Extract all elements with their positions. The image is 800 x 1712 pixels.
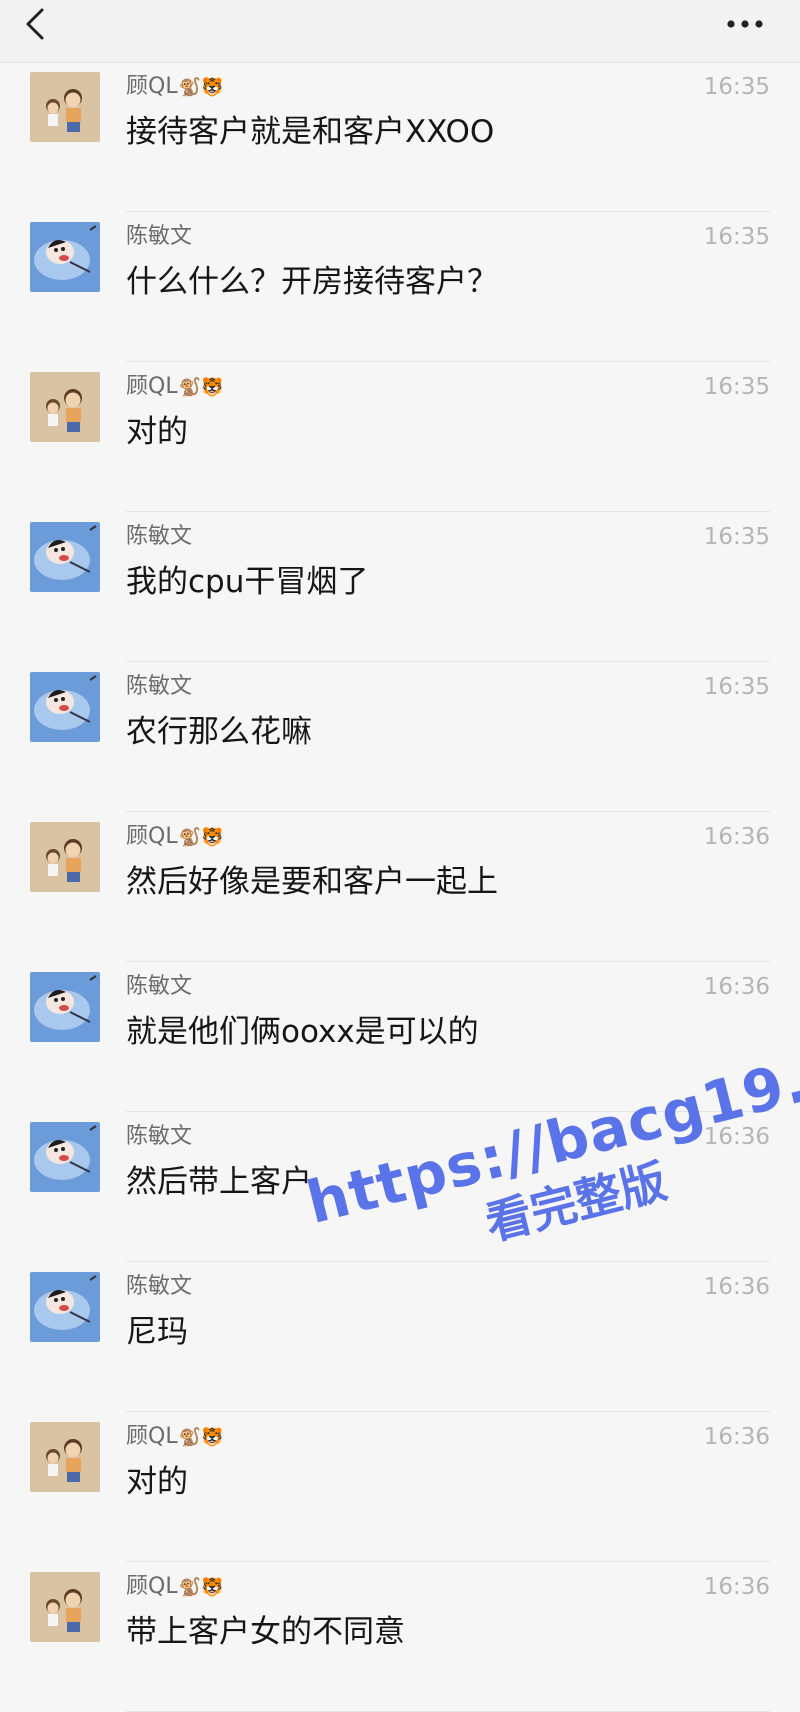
message-item[interactable]: 顾QL🐒🐯 16:36 带上客户女的不同意 — [0, 1562, 800, 1712]
more-dots-icon — [727, 20, 763, 28]
sender-name: 陈敏文 — [126, 1122, 192, 1152]
sender-name-text: 陈敏文 — [126, 224, 193, 249]
chevron-left-icon — [26, 8, 44, 40]
message-text: 然后带上客户 — [126, 1164, 312, 1200]
sender-name-text: 陈敏文 — [126, 1274, 193, 1299]
sender-name-text: 陈敏文 — [126, 1124, 193, 1149]
message-time: 16:35 — [703, 524, 770, 550]
top-bar — [0, 0, 800, 62]
message-time: 16:36 — [703, 1424, 770, 1450]
more-button[interactable] — [720, 6, 770, 42]
avatar-kids[interactable] — [30, 822, 100, 892]
message-text: 就是他们俩ooxx是可以的 — [126, 1014, 479, 1050]
sender-name: 陈敏文 — [126, 222, 192, 252]
message-text: 然后好像是要和客户一起上 — [126, 864, 498, 900]
message-text: 接待客户就是和客户XXOO — [126, 114, 495, 150]
sender-name: 顾QL🐒🐯 — [126, 72, 223, 102]
sender-name: 陈敏文 — [126, 522, 192, 552]
avatar-cartoon[interactable] — [30, 222, 100, 292]
sender-name: 顾QL🐒🐯 — [126, 1572, 223, 1602]
message-time: 16:36 — [703, 1574, 770, 1600]
sender-name-text: 顾QL — [126, 1424, 178, 1449]
message-text: 带上客户女的不同意 — [126, 1614, 405, 1650]
message-time: 16:35 — [703, 74, 770, 100]
sender-emoji: 🐒🐯 — [178, 377, 224, 398]
message-time: 16:35 — [703, 374, 770, 400]
sender-name-text: 顾QL — [126, 824, 178, 849]
sender-name: 顾QL🐒🐯 — [126, 372, 223, 402]
message-time: 16:35 — [703, 224, 770, 250]
sender-name-text: 顾QL — [126, 1574, 178, 1599]
sender-name: 顾QL🐒🐯 — [126, 822, 223, 852]
sender-name-text: 陈敏文 — [126, 674, 193, 699]
message-item[interactable]: 顾QL🐒🐯 16:35 接待客户就是和客户XXOO — [0, 62, 800, 212]
avatar-kids[interactable] — [30, 372, 100, 442]
sender-name: 陈敏文 — [126, 1272, 192, 1302]
message-list: 顾QL🐒🐯 16:35 接待客户就是和客户XXOO 陈敏文 16:35 什么什么？开房接… — [0, 62, 800, 1712]
avatar-kids[interactable] — [30, 1572, 100, 1642]
message-text: 我的cpu干冒烟了 — [126, 564, 369, 600]
avatar-kids[interactable] — [30, 1422, 100, 1492]
message-item[interactable]: 顾QL🐒🐯 16:35 对的 — [0, 362, 800, 512]
sender-name-text: 陈敏文 — [126, 524, 193, 549]
sender-name: 陈敏文 — [126, 672, 192, 702]
message-time: 16:35 — [703, 674, 770, 700]
message-item[interactable]: 陈敏文 16:35 农行那么花嘛 — [0, 662, 800, 812]
sender-name-text: 顾QL — [126, 74, 178, 99]
message-text: 对的 — [126, 1464, 188, 1500]
avatar-cartoon[interactable] — [30, 672, 100, 742]
sender-emoji: 🐒🐯 — [178, 1577, 224, 1598]
sender-name: 陈敏文 — [126, 972, 192, 1002]
message-text: 尼玛 — [126, 1314, 188, 1350]
avatar-kids[interactable] — [30, 72, 100, 142]
message-item[interactable]: 顾QL🐒🐯 16:36 然后好像是要和客户一起上 — [0, 812, 800, 962]
message-item[interactable]: 陈敏文 16:35 什么什么？开房接待客户？ — [0, 212, 800, 362]
sender-name: 顾QL🐒🐯 — [126, 1422, 223, 1452]
sender-name-text: 陈敏文 — [126, 974, 193, 999]
message-time: 16:36 — [703, 974, 770, 1000]
message-text: 什么什么？开房接待客户？ — [126, 264, 498, 300]
avatar-cartoon[interactable] — [30, 972, 100, 1042]
avatar-cartoon[interactable] — [30, 1122, 100, 1192]
avatar-cartoon[interactable] — [30, 1272, 100, 1342]
sender-emoji: 🐒🐯 — [178, 77, 224, 98]
message-item[interactable]: 陈敏文 16:35 我的cpu干冒烟了 — [0, 512, 800, 662]
message-time: 16:36 — [703, 824, 770, 850]
message-text: 农行那么花嘛 — [126, 714, 312, 750]
message-text: 对的 — [126, 414, 188, 450]
back-button[interactable] — [18, 4, 58, 48]
message-time: 16:36 — [703, 1274, 770, 1300]
message-item[interactable]: 顾QL🐒🐯 16:36 对的 — [0, 1412, 800, 1562]
sender-emoji: 🐒🐯 — [178, 827, 224, 848]
avatar-cartoon[interactable] — [30, 522, 100, 592]
sender-name-text: 顾QL — [126, 374, 178, 399]
sender-emoji: 🐒🐯 — [178, 1427, 224, 1448]
